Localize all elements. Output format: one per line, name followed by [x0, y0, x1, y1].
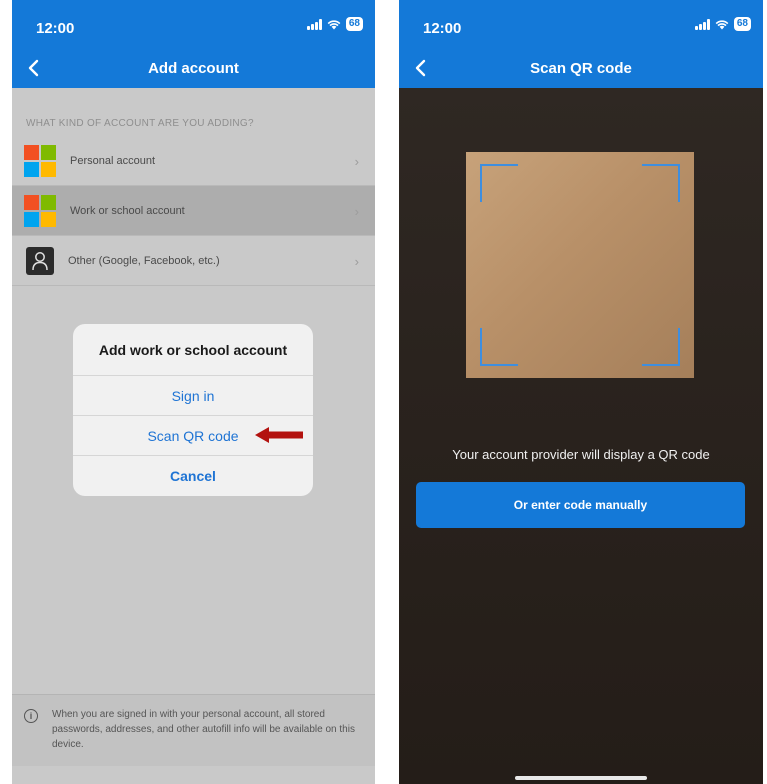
add-account-screen: 12:00 68 Add account WHAT KIND OF ACCOUN… [12, 0, 375, 784]
info-icon: i [24, 709, 38, 723]
signal-icon [694, 18, 710, 30]
status-time: 12:00 [36, 20, 75, 37]
dialog-title: Add work or school account [73, 324, 313, 376]
nav-bar: 12:00 68 Add account [12, 0, 375, 88]
battery-indicator: 68 [345, 17, 363, 31]
wifi-icon [327, 19, 341, 29]
scan-corner-icon [480, 328, 518, 366]
chevron-right-icon: › [354, 254, 359, 269]
nav-bar: 12:00 68 Scan QR code [399, 0, 763, 88]
person-icon [26, 246, 54, 275]
chevron-right-icon: › [354, 154, 359, 169]
scan-corner-icon [642, 164, 680, 202]
list-item-other-account[interactable]: Other (Google, Facebook, etc.) › [12, 236, 375, 286]
list-item-label: Personal account [70, 154, 155, 167]
cancel-button[interactable]: Cancel [73, 456, 313, 496]
red-arrow-icon [255, 427, 303, 443]
sign-in-button[interactable]: Sign in [73, 376, 313, 416]
list-item-label: Work or school account [70, 204, 185, 217]
section-header: WHAT KIND OF ACCOUNT ARE YOU ADDING? [26, 118, 254, 129]
page-title: Scan QR code [530, 60, 632, 77]
footer-text: When you are signed in with your persona… [52, 709, 355, 750]
home-indicator[interactable] [515, 776, 647, 780]
battery-indicator: 68 [733, 17, 751, 31]
autofill-info-footer: i When you are signed in with your perso… [12, 694, 375, 766]
status-icons: 68 [694, 17, 751, 31]
microsoft-logo-icon [24, 144, 56, 177]
scan-qr-screen: 12:00 68 Scan QR code Your account provi… [399, 0, 763, 784]
microsoft-logo-icon [24, 194, 56, 227]
scan-corner-icon [480, 164, 518, 202]
page-title: Add account [148, 60, 239, 77]
account-type-list: Personal account › Work or school accoun… [12, 136, 375, 286]
list-item-label: Other (Google, Facebook, etc.) [68, 254, 220, 267]
status-icons: 68 [306, 17, 363, 31]
add-work-account-dialog: Add work or school account Sign in Scan … [73, 324, 313, 496]
bottom-safe-area [12, 766, 375, 784]
qr-scan-area [466, 152, 694, 378]
status-time: 12:00 [423, 20, 462, 37]
scan-corner-icon [642, 328, 680, 366]
signal-icon [306, 18, 322, 30]
list-item-personal-account[interactable]: Personal account › [12, 136, 375, 186]
chevron-right-icon: › [354, 204, 359, 219]
enter-code-manually-button[interactable]: Or enter code manually [416, 482, 745, 528]
list-item-work-or-school-account[interactable]: Work or school account › [12, 186, 375, 236]
wifi-icon [715, 19, 729, 29]
scan-instruction: Your account provider will display a QR … [452, 447, 710, 462]
